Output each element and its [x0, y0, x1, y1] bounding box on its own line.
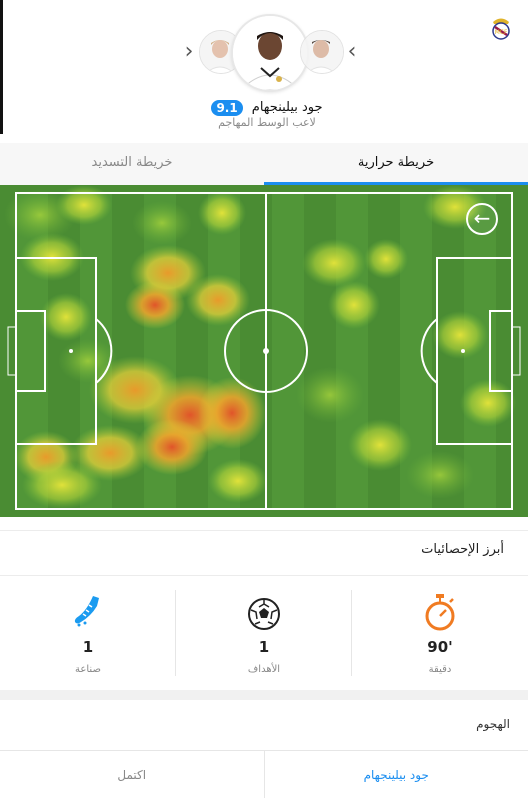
chevron-right-icon[interactable]: ›	[344, 40, 360, 64]
chevron-left-icon[interactable]: ‹	[181, 40, 197, 64]
stat-goals: 1 الأهداف	[176, 582, 352, 682]
tab-player[interactable]: جود بيلينجهام	[265, 751, 528, 798]
stats-title: أبرز الإحصائيات	[421, 542, 504, 557]
stat-label: دقيقة	[428, 664, 452, 675]
football-icon	[176, 592, 352, 632]
player-page: MCF ‹ › جود بيلينجهام 9.1 لاعب الوسط الم…	[0, 0, 528, 798]
section-divider	[0, 530, 528, 531]
player-avatar	[231, 14, 309, 92]
stat-assists: 1 صناعة	[0, 582, 176, 682]
stat-label: صناعة	[75, 664, 101, 675]
map-tabs: خريطة حرارية خريطة التسديد	[0, 143, 528, 185]
player-header: MCF ‹ › جود بيلينجهام 9.1 لاعب الوسط الم…	[0, 0, 528, 134]
svg-text:MCF: MCF	[495, 29, 508, 36]
stat-value: 1	[258, 638, 270, 656]
stat-label: الأهداف	[247, 664, 281, 675]
tab-heatmap[interactable]: خريطة حرارية	[264, 143, 528, 185]
player-name-row: جود بيلينجهام 9.1	[3, 97, 528, 116]
stats-grid: '90 دقيقة 1 الأهداف 1 صناعة	[0, 582, 528, 682]
rating-badge: 9.1	[211, 99, 243, 116]
stat-value: 1	[82, 638, 94, 656]
heatmap-pitch	[0, 185, 528, 517]
stat-value: '90	[427, 638, 453, 656]
section-band	[0, 690, 528, 700]
heatmap-svg	[0, 185, 528, 517]
tab-complete[interactable]: اكتمل	[0, 751, 265, 798]
player-position: لاعب الوسط المهاجم	[218, 116, 316, 129]
attack-section-title[interactable]: الهجوم	[476, 717, 510, 731]
next-player-avatar[interactable]	[300, 30, 344, 74]
player-name: جود بيلينجهام	[251, 100, 323, 115]
stopwatch-icon	[352, 592, 528, 632]
boot-icon	[0, 592, 176, 632]
arrow-left-circle-icon[interactable]: ←	[466, 203, 498, 235]
section-divider	[0, 575, 528, 576]
stat-minutes: '90 دقيقة	[352, 582, 528, 682]
tab-shotmap[interactable]: خريطة التسديد	[0, 143, 264, 185]
bottom-tabs: جود بيلينجهام اكتمل	[0, 750, 528, 798]
club-crest-icon[interactable]: MCF	[489, 14, 513, 42]
